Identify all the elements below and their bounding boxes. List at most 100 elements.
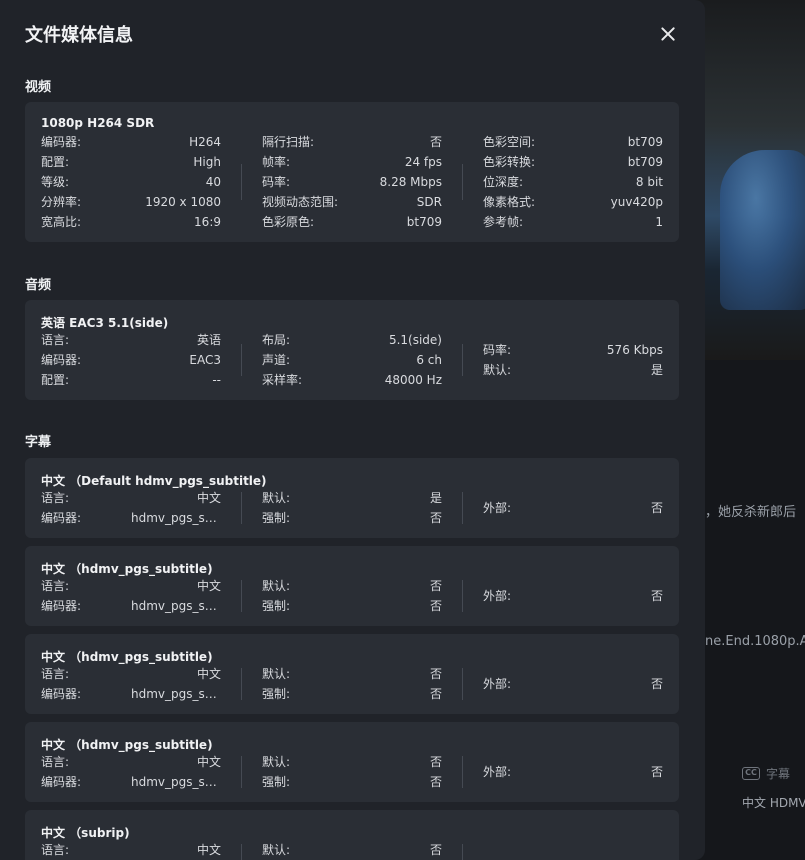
info-row: 语言: 中文 [41,576,221,596]
info-row: 编码器: H264 [41,132,221,152]
video-col-1: 编码器: H264 配置: High 等级: 40 分辨率: 1920 x 1080 宽高比: 1… [41,132,221,232]
divider [462,164,463,200]
info-row-label: 编码器: [41,511,82,525]
info-row-label: 语言: [41,491,70,505]
audio-card: 英语 EAC3 5.1(side) 语言: 英语 编码器: EAC3 配置: -- 布局:… [25,300,679,400]
info-row-value: 是 [650,363,663,377]
info-row: 语言: 中文 [41,752,221,772]
info-row: 语言: 中文 [41,664,221,684]
info-row-label: 等级: [41,175,70,189]
info-row-value: 否 [429,775,442,789]
info-row-value: 8.28 Mbps [379,175,442,189]
info-row-value: -- [212,373,221,387]
info-row-label: 外部: [483,765,512,779]
info-row: 视频动态范围: SDR [262,192,442,212]
subtitle-card: 中文 （hdmv_pgs_subtitle) 语言: 中文 编码器: hdmv_pgs_… [25,634,679,714]
poster-figure [720,150,805,310]
info-row: 像素格式: yuv420p [483,192,663,212]
poster-artwork [690,0,805,360]
info-row-value: 中文 [196,755,221,769]
info-row-value: hdmv_pgs_su... [131,687,221,701]
info-row-label: 采样率: [262,373,303,387]
info-row [483,850,663,860]
info-row-label: 像素格式: [483,195,536,209]
info-row-label: 色彩空间: [483,135,536,149]
info-row: 编码器: hdmv_pgs_su... [41,684,221,704]
info-row-label: 分辨率: [41,195,82,209]
info-row-label: 帧率: [262,155,291,169]
info-row: 等级: 40 [41,172,221,192]
info-row-label: 默认: [262,667,291,681]
info-row: 色彩原色: bt709 [262,212,442,232]
subtitle-col-3: 外部: 否 [483,762,663,782]
info-row-value: 中文 [196,491,221,505]
info-row: 位深度: 8 bit [483,172,663,192]
info-row-value: 否 [429,599,442,613]
audio-col-1: 语言: 英语 编码器: EAC3 配置: -- [41,330,221,390]
info-row: 采样率: 48000 Hz [262,370,442,390]
info-row-value: 中文 [196,843,221,857]
info-row: 码率: 8.28 Mbps [262,172,442,192]
info-row: 语言: 中文 [41,488,221,508]
info-row: 编码器: EAC3 [41,350,221,370]
info-row-value: 中文 [196,667,221,681]
divider [241,164,242,200]
subtitle-col-1: 语言: 中文 编码器: hdmv_pgs_su... [41,576,221,616]
info-row: 默认: 否 [262,664,442,684]
subtitle-card-title: 中文 （subrip) [41,826,130,840]
subtitle-card-title: 中文 （Default hdmv_pgs_subtitle) [41,474,267,488]
divider [462,492,463,524]
background-subtitle-label[interactable]: CC 字幕 [742,765,790,782]
info-row: 配置: -- [41,370,221,390]
cc-icon: CC [742,767,760,780]
info-row-label: 码率: [262,175,291,189]
subtitle-card-title: 中文 （hdmv_pgs_subtitle) [41,738,213,752]
close-icon[interactable] [656,22,680,46]
info-row-value: 576 Kbps [606,343,663,357]
info-row: 编码器: hdmv_pgs_su... [41,772,221,792]
info-row-value: High [193,155,221,169]
info-row: 强制: 否 [262,772,442,792]
info-row-label: 布局: [262,333,291,347]
info-row-value: 1920 x 1080 [145,195,221,209]
info-row-value: 否 [429,755,442,769]
info-row-value: 否 [650,765,663,779]
info-row-value: 5.1(side) [388,333,442,347]
media-info-dialog: 文件媒体信息 视频 1080p H264 SDR 编码器: H264 配置: High… [0,0,705,860]
divider [462,756,463,788]
info-row-label: 外部: [483,501,512,515]
subtitle-col-1: 语言: 中文 编码器: hdmv_pgs_su... [41,752,221,792]
info-row: 配置: High [41,152,221,172]
subtitle-card: 中文 （Default hdmv_pgs_subtitle) 语言: 中文 编码器: h… [25,458,679,538]
info-row: 外部: 否 [483,762,663,782]
info-row-label: 位深度: [483,175,524,189]
info-row-label: 码率: [483,343,512,357]
dialog-title: 文件媒体信息 [25,25,133,46]
subtitle-card: 中文 （hdmv_pgs_subtitle) 语言: 中文 编码器: hdmv_pgs_… [25,546,679,626]
info-row-value: 16:9 [194,215,221,229]
info-row-label: 语言: [41,667,70,681]
subtitle-card: 中文 （subrip)语言:中文编码器:默认:否 [25,810,679,860]
info-row-value: bt709 [627,135,663,149]
info-row: 外部: 否 [483,674,663,694]
audio-card-title: 英语 EAC3 5.1(side) [41,316,169,330]
info-row-value: hdmv_pgs_su... [131,775,221,789]
info-row: 强制: 否 [262,508,442,528]
subtitle-col-1: 语言: 中文 编码器: hdmv_pgs_su... [41,488,221,528]
info-row: 布局: 5.1(side) [262,330,442,350]
subtitle-section-title: 字幕 [25,435,52,450]
info-row-label: 外部: [483,589,512,603]
info-row-value: 否 [429,135,442,149]
info-row-label: 配置: [41,155,70,169]
info-row-label: 强制: [262,511,291,525]
info-row-value: 否 [429,579,442,593]
info-row-label: 默认: [262,843,291,857]
info-row-value: 8 bit [635,175,663,189]
video-section-title: 视频 [25,80,52,95]
info-row-label: 色彩原色: [262,215,315,229]
info-row-value: hdmv_pgs_su... [131,599,221,613]
info-row-label: 强制: [262,775,291,789]
background-subtitle-value[interactable]: 中文 HDMV [742,794,805,811]
info-row-value: 24 fps [404,155,442,169]
info-row-label: 编码器: [41,353,82,367]
